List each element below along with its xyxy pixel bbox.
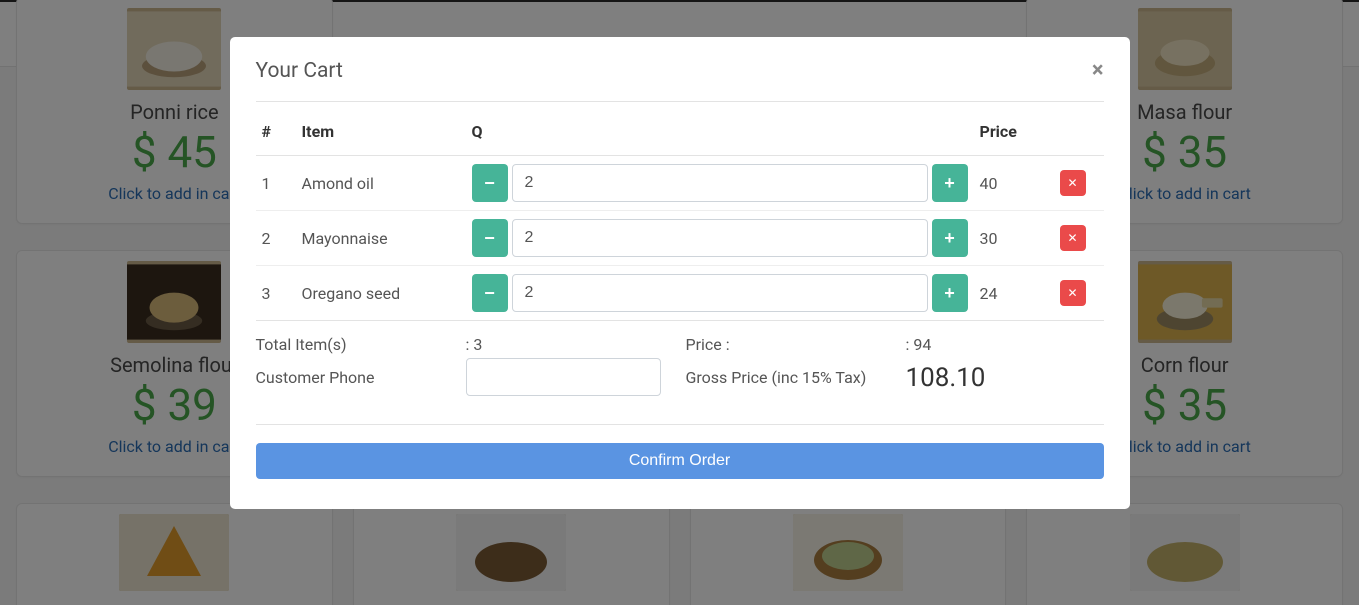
plus-icon: + — [944, 228, 955, 249]
gross-price-label: Gross Price (inc 15% Tax) — [686, 368, 906, 387]
qty-increment-button[interactable]: + — [932, 219, 968, 257]
table-row: 3 Oregano seed − + 24 ✕ — [256, 266, 1104, 321]
table-row: 2 Mayonnaise − + 30 ✕ — [256, 211, 1104, 266]
plus-icon: + — [944, 173, 955, 194]
col-header-number: # — [256, 108, 296, 156]
price-label: Price : — [686, 335, 906, 354]
qty-increment-button[interactable]: + — [932, 274, 968, 312]
close-icon: ✕ — [1067, 286, 1077, 300]
qty-decrement-button[interactable]: − — [472, 164, 508, 202]
row-price: 40 — [974, 156, 1054, 211]
cart-modal: Your Cart × # Item Q Price 1 Amond oil − — [230, 37, 1130, 509]
qty-decrement-button[interactable]: − — [472, 219, 508, 257]
row-price: 30 — [974, 211, 1054, 266]
qty-input[interactable] — [512, 164, 928, 202]
qty-input[interactable] — [512, 274, 928, 312]
qty-input[interactable] — [512, 219, 928, 257]
row-item: Mayonnaise — [296, 211, 466, 266]
remove-item-button[interactable]: ✕ — [1060, 225, 1086, 251]
table-row: 1 Amond oil − + 40 ✕ — [256, 156, 1104, 211]
total-items-value: 3 — [466, 335, 686, 354]
minus-icon: − — [484, 283, 495, 304]
remove-item-button[interactable]: ✕ — [1060, 280, 1086, 306]
row-item: Amond oil — [296, 156, 466, 211]
row-item: Oregano seed — [296, 266, 466, 321]
modal-title: Your Cart — [256, 59, 343, 83]
customer-phone-label: Customer Phone — [256, 368, 466, 387]
plus-icon: + — [944, 283, 955, 304]
price-value: 94 — [906, 335, 1104, 354]
customer-phone-input[interactable] — [466, 358, 661, 396]
minus-icon: − — [484, 228, 495, 249]
confirm-order-button[interactable]: Confirm Order — [256, 443, 1104, 479]
cart-table: # Item Q Price 1 Amond oil − + 40 — [256, 108, 1104, 321]
close-icon[interactable]: × — [1092, 60, 1104, 82]
row-number: 3 — [256, 266, 296, 321]
remove-item-button[interactable]: ✕ — [1060, 170, 1086, 196]
qty-decrement-button[interactable]: − — [472, 274, 508, 312]
row-number: 2 — [256, 211, 296, 266]
row-price: 24 — [974, 266, 1054, 321]
col-header-price: Price — [974, 108, 1054, 156]
col-header-qty: Q — [466, 108, 974, 156]
close-icon: ✕ — [1067, 176, 1077, 190]
qty-increment-button[interactable]: + — [932, 164, 968, 202]
gross-price-value: 108.10 — [906, 363, 1104, 393]
col-header-item: Item — [296, 108, 466, 156]
total-items-label: Total Item(s) — [256, 335, 466, 354]
close-icon: ✕ — [1067, 231, 1077, 245]
row-number: 1 — [256, 156, 296, 211]
minus-icon: − — [484, 173, 495, 194]
